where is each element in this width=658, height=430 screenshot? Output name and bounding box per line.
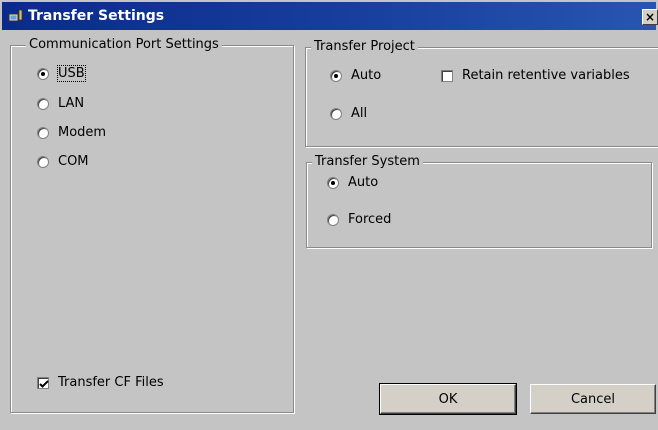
transfer-system-legend: Transfer System <box>312 154 423 169</box>
title-bar[interactable]: Transfer Settings × <box>2 2 658 30</box>
radio-button-icon <box>37 155 49 168</box>
retain-retentive-variables-checkbox[interactable]: Retain retentive variables <box>441 68 630 83</box>
system-forced-label: Forced <box>348 212 392 227</box>
transfer-settings-dialog: Transfer Settings × Communication Port S… <box>0 0 658 430</box>
radio-button-icon <box>330 69 342 82</box>
system-auto-label: Auto <box>348 175 379 190</box>
project-all-label: All <box>351 106 368 121</box>
radio-button-icon <box>327 213 339 226</box>
port-lan-radio[interactable]: LAN <box>37 96 84 111</box>
radio-button-icon <box>330 107 342 120</box>
transfer-project-legend: Transfer Project <box>311 39 418 54</box>
checkbox-icon <box>37 376 49 389</box>
radio-button-icon <box>37 67 49 80</box>
radio-button-icon <box>37 126 49 139</box>
system-auto-radio[interactable]: Auto <box>327 175 378 190</box>
transfer-cf-files-label: Transfer CF Files <box>58 375 164 390</box>
project-all-radio[interactable]: All <box>330 106 367 121</box>
radio-button-icon <box>37 97 49 110</box>
port-usb-radio[interactable]: USB <box>37 65 86 82</box>
communication-port-legend: Communication Port Settings <box>26 37 222 52</box>
transfer-cf-files-checkbox[interactable]: Transfer CF Files <box>37 375 164 390</box>
window-title: Transfer Settings <box>28 8 165 24</box>
port-com-radio[interactable]: COM <box>37 154 89 169</box>
port-usb-label: USB <box>57 65 86 82</box>
transfer-project-group <box>305 47 658 147</box>
port-com-label: COM <box>58 154 89 169</box>
project-auto-label: Auto <box>351 68 382 83</box>
checkbox-icon <box>441 69 453 82</box>
port-lan-label: LAN <box>58 96 85 111</box>
app-icon <box>8 9 23 22</box>
radio-button-icon <box>327 176 339 189</box>
ok-button[interactable]: OK <box>379 383 517 415</box>
port-modem-label: Modem <box>58 125 107 140</box>
close-button[interactable]: × <box>642 9 658 25</box>
cancel-button[interactable]: Cancel <box>530 384 656 414</box>
retain-retentive-variables-label: Retain retentive variables <box>462 68 630 83</box>
system-forced-radio[interactable]: Forced <box>327 212 391 227</box>
port-modem-radio[interactable]: Modem <box>37 125 106 140</box>
project-auto-radio[interactable]: Auto <box>330 68 381 83</box>
